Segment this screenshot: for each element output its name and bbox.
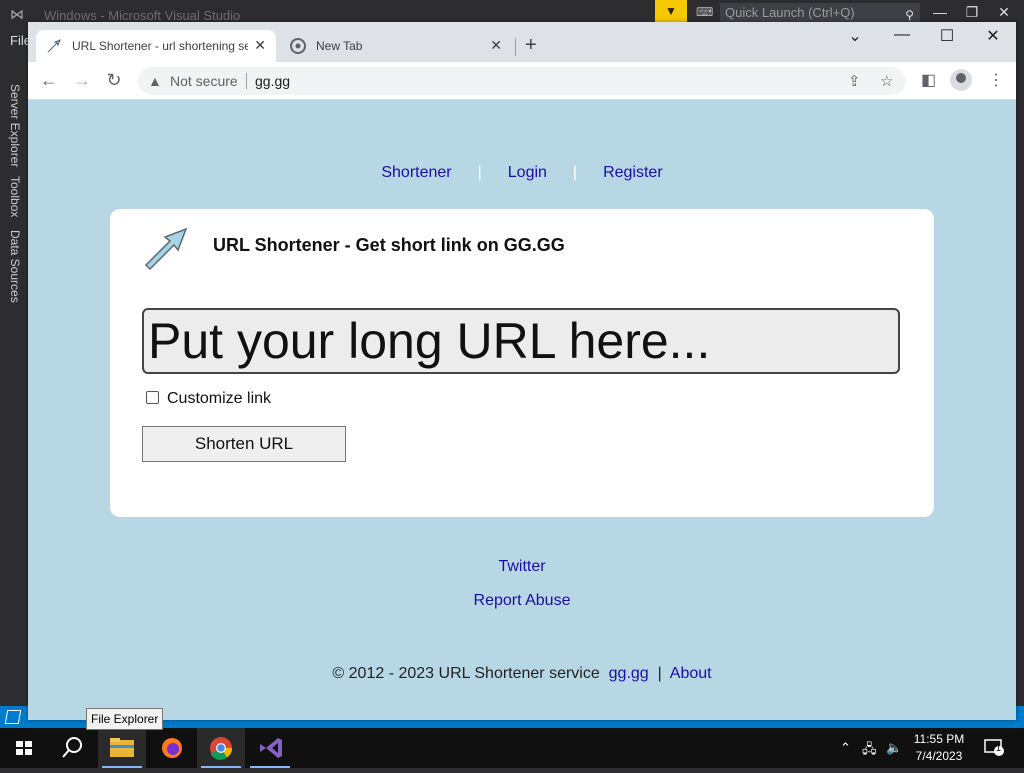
warning-triangle-icon[interactable]: ▲	[148, 73, 162, 89]
share-icon[interactable]: ⇪	[848, 72, 861, 90]
forward-arrow-icon[interactable]: →	[70, 70, 94, 91]
file-explorer-taskbar-button[interactable]	[98, 728, 146, 768]
report-abuse-row: Report Abuse	[28, 592, 1016, 610]
visual-studio-icon	[260, 738, 282, 758]
tab-search-chevron-icon[interactable]: ⌄	[841, 26, 869, 46]
web-page: Shortener | Login | Register URL Shortener -…	[28, 100, 1016, 720]
network-icon[interactable]: 🖧	[862, 740, 877, 762]
kebab-menu-icon[interactable]: ⋮	[988, 70, 1004, 90]
tab-strip: URL Shortener - url shortening service ✕…	[28, 22, 1016, 62]
new-tab-plus-icon[interactable]: +	[525, 34, 537, 57]
visual-studio-logo-icon: ⋈	[10, 6, 24, 22]
search-button[interactable]	[48, 728, 96, 768]
firefox-icon	[162, 738, 182, 758]
tab-new-tab[interactable]: New Tab ✕	[280, 30, 512, 62]
customize-link-label[interactable]: Customize link	[167, 390, 271, 407]
windows-logo-icon	[16, 741, 32, 755]
show-hidden-icons-chevron-icon[interactable]: ⌃	[840, 740, 851, 756]
maximize-button[interactable]: ☐	[933, 26, 961, 46]
chrome-icon	[210, 737, 233, 760]
tab-separator	[515, 38, 516, 56]
chrome-favicon-icon	[290, 38, 306, 54]
site-nav: Shortener | Login | Register	[28, 164, 1016, 182]
footer-site-link[interactable]: gg.gg	[609, 665, 649, 682]
status-ready-icon	[4, 710, 22, 724]
close-window-button[interactable]: ✕	[979, 26, 1007, 46]
copyright-text: © 2012 - 2023 URL Shortener service	[332, 665, 600, 682]
address-bar[interactable]: ▲ Not secure gg.gg ⇪ ☆	[138, 67, 906, 95]
footer-separator: |	[657, 665, 662, 682]
clock-date: 7/4/2023	[915, 749, 963, 763]
footer-about-link[interactable]: About	[670, 665, 712, 682]
page-footer: © 2012 - 2023 URL Shortener service gg.g…	[28, 665, 1016, 683]
close-tab-icon[interactable]: ✕	[254, 37, 266, 54]
arrow-logo-icon	[144, 227, 188, 271]
toolbox-tab[interactable]: Toolbox	[8, 176, 22, 217]
notification-flag-icon[interactable]: ▼	[655, 0, 687, 22]
clock-time: 11:55 PM	[913, 732, 965, 746]
firefox-taskbar-button[interactable]	[148, 728, 196, 768]
close-tab-icon[interactable]: ✕	[490, 37, 502, 54]
chrome-taskbar-button[interactable]	[197, 728, 245, 768]
back-arrow-icon[interactable]: ←	[37, 70, 61, 91]
quick-launch-placeholder: Quick Launch (Ctrl+Q)	[725, 5, 855, 20]
nav-separator: |	[572, 164, 578, 181]
start-button[interactable]	[0, 728, 48, 768]
profile-avatar-icon[interactable]	[950, 69, 972, 91]
data-sources-tab[interactable]: Data Sources	[8, 230, 22, 303]
visual-studio-taskbar-button[interactable]	[246, 728, 294, 768]
bookmark-star-icon[interactable]: ☆	[880, 72, 893, 90]
vs-right-edge	[1016, 30, 1024, 720]
feedback-icon[interactable]: ⌨	[696, 5, 713, 19]
security-indicator[interactable]: Not secure	[170, 73, 238, 89]
twitter-link[interactable]: Twitter	[498, 558, 545, 575]
shorten-url-button[interactable]: Shorten URL	[142, 426, 346, 462]
windows-taskbar: ⌃ 🖧 🔈 11:55 PM 7/4/2023 1	[0, 728, 1024, 768]
file-explorer-tooltip: File Explorer	[86, 708, 164, 730]
search-icon	[62, 737, 82, 758]
tab-url-shortener[interactable]: URL Shortener - url shortening service ✕	[36, 30, 276, 62]
nav-login-link[interactable]: Login	[508, 164, 547, 181]
vs-minimize-button[interactable]: —	[928, 4, 952, 20]
folder-icon	[110, 738, 134, 757]
nav-register-link[interactable]: Register	[603, 164, 663, 181]
nav-separator: |	[477, 164, 482, 181]
customize-link-checkbox[interactable]	[146, 391, 159, 404]
browser-toolbar: ← → ↻ ▲ Not secure gg.gg ⇪ ☆ ◧ ⋮	[28, 62, 1016, 100]
chrome-window: URL Shortener - url shortening service ✕…	[28, 22, 1016, 720]
vs-close-button[interactable]: ✕	[992, 4, 1016, 21]
arrow-favicon-icon	[47, 39, 61, 53]
volume-muted-icon[interactable]: 🔈	[886, 740, 902, 756]
page-heading: URL Shortener - Get short link on GG.GG	[213, 235, 565, 255]
omnibox-separator	[246, 73, 247, 89]
minimize-button[interactable]: —	[888, 26, 916, 44]
long-url-input[interactable]	[142, 308, 900, 374]
vs-restore-button[interactable]: ❐	[960, 4, 984, 21]
reload-icon[interactable]: ↻	[102, 70, 126, 91]
nav-shortener-link[interactable]: Shortener	[381, 164, 451, 181]
vs-window-title: Windows - Microsoft Visual Studio	[44, 8, 241, 23]
notification-count: 1	[996, 743, 1002, 753]
action-center-icon[interactable]: 1	[984, 738, 1004, 759]
system-clock[interactable]: 11:55 PM 7/4/2023	[908, 731, 970, 765]
server-explorer-tab[interactable]: Server Explorer	[8, 84, 22, 167]
tab-title: URL Shortener - url shortening service	[72, 39, 248, 53]
report-abuse-link[interactable]: Report Abuse	[474, 592, 571, 609]
side-panel-icon[interactable]: ◧	[921, 70, 936, 90]
quick-launch-input[interactable]: Quick Launch (Ctrl+Q) ⚲	[720, 3, 920, 23]
twitter-row: Twitter	[28, 558, 1016, 576]
vs-side-panel: Server Explorer Toolbox Data Sources	[0, 78, 28, 718]
url-text[interactable]: gg.gg	[255, 73, 290, 89]
shortener-card: URL Shortener - Get short link on GG.GG …	[110, 209, 934, 517]
tab-title: New Tab	[316, 39, 363, 53]
customize-link-row[interactable]: Customize link	[146, 390, 271, 408]
